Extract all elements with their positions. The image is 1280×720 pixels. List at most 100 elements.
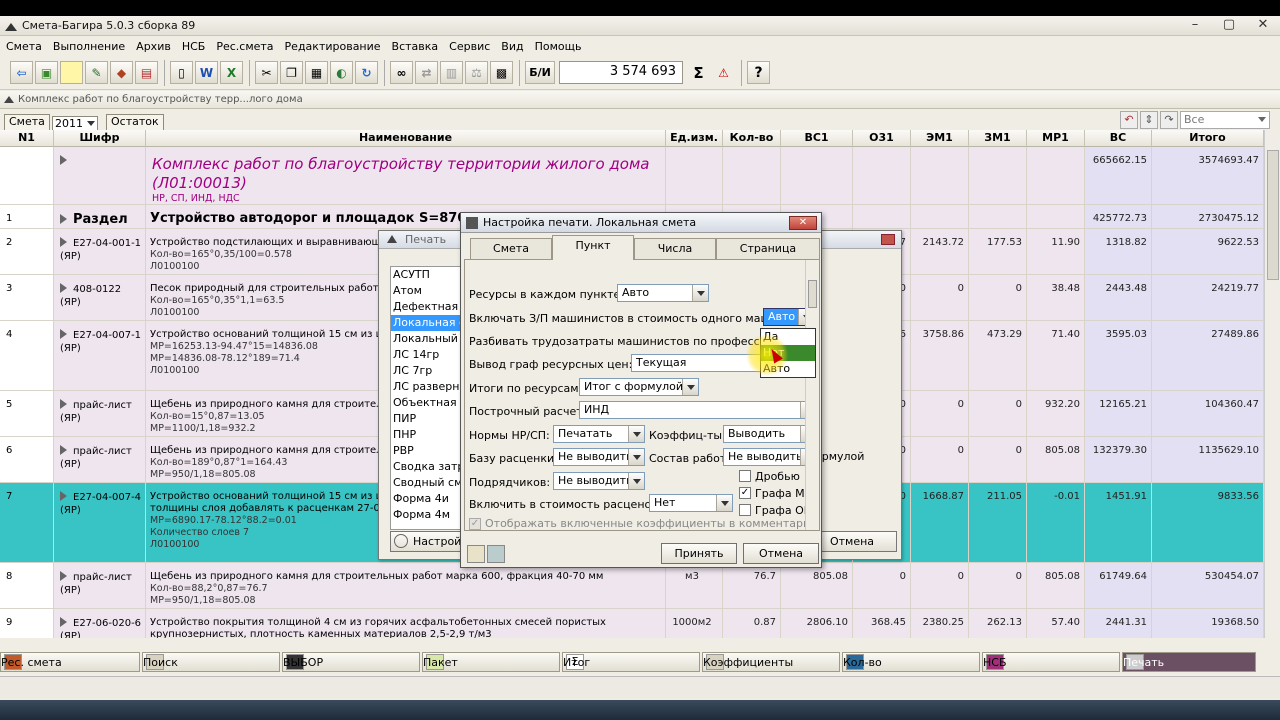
cell-n[interactable]: 5 xyxy=(0,391,54,437)
cell-code[interactable]: прайс-лист (ЯР) xyxy=(54,391,146,437)
bazu-select[interactable]: Не выводить xyxy=(553,448,645,466)
cell-qty[interactable] xyxy=(723,147,781,205)
cell-zm1[interactable]: 0 xyxy=(969,391,1027,437)
cell-n[interactable]: 2 xyxy=(0,229,54,275)
cell-total[interactable]: 9833.56 xyxy=(1152,483,1264,563)
cell-em1[interactable]: 2380.25 xyxy=(911,609,969,638)
column-header-unit[interactable]: Ед.изм. xyxy=(666,130,723,147)
scroll-thumb[interactable] xyxy=(1267,150,1279,280)
cell-name[interactable]: Комплекс работ по благоустройству террит… xyxy=(146,147,666,205)
cell-total[interactable]: 1135629.10 xyxy=(1152,437,1264,483)
filter-select[interactable]: Все xyxy=(1180,111,1270,129)
cell-code[interactable]: прайс-лист (ЯР) xyxy=(54,437,146,483)
print-form-item[interactable]: Атом xyxy=(391,283,463,299)
cell-em1[interactable] xyxy=(911,147,969,205)
year-select[interactable]: 2011 xyxy=(52,116,98,131)
cell-n[interactable]: 1 xyxy=(0,205,54,229)
itogi-select[interactable]: Итог с формулой xyxy=(579,378,699,396)
print-form-item[interactable]: Сводный сме xyxy=(391,475,463,491)
tab-smeta[interactable]: Смета xyxy=(4,114,50,130)
warning-icon[interactable]: ⚠ xyxy=(712,61,735,84)
sigma-icon[interactable]: Σ xyxy=(687,61,710,84)
mr-checkbox[interactable]: ✓ xyxy=(739,487,751,499)
normy-select[interactable]: Печатать xyxy=(553,425,645,443)
maximize-icon[interactable]: ▢ xyxy=(1212,16,1246,36)
print-form-item[interactable]: Дефектная в xyxy=(391,299,463,315)
expand-arrow-icon[interactable] xyxy=(60,237,67,247)
quantity-button[interactable]: Кол-во xyxy=(842,652,980,672)
cell-n[interactable]: 9 xyxy=(0,609,54,638)
bi-button[interactable]: Б/И xyxy=(525,61,555,84)
cell-total[interactable]: 24219.77 xyxy=(1152,275,1264,321)
cell-zm1[interactable]: 0 xyxy=(969,275,1027,321)
column-header-code[interactable]: Шифр xyxy=(54,130,146,147)
cell-em1[interactable]: 0 xyxy=(911,563,969,609)
cut-icon[interactable]: ✂ xyxy=(255,61,278,84)
new-note-icon[interactable] xyxy=(60,61,83,84)
cell-vs[interactable]: 2443.48 xyxy=(1085,275,1152,321)
vkl-select[interactable]: Нет xyxy=(649,494,733,512)
expand-arrow-icon[interactable] xyxy=(60,214,67,224)
cell-vs[interactable]: 3595.03 xyxy=(1085,321,1152,391)
cell-mr1[interactable]: -0.01 xyxy=(1027,483,1085,563)
tab-punkt[interactable]: Пункт xyxy=(552,235,634,260)
sort-icon[interactable]: ⇕ xyxy=(1140,111,1158,129)
res-smeta-button[interactable]: Рес. смета xyxy=(0,652,140,672)
cell-vs[interactable]: 61749.64 xyxy=(1085,563,1152,609)
cell-total[interactable]: 530454.07 xyxy=(1152,563,1264,609)
cell-mr1[interactable] xyxy=(1027,205,1085,229)
total-button[interactable]: Σ Итог xyxy=(562,652,700,672)
setup-button[interactable]: Настрой xyxy=(390,531,464,552)
cell-em1[interactable]: 0 xyxy=(911,275,969,321)
undo-icon[interactable]: ↶ xyxy=(1120,111,1138,129)
search-button[interactable]: Поиск xyxy=(142,652,280,672)
cell-n[interactable] xyxy=(0,147,54,205)
cell-zm1[interactable]: 0 xyxy=(969,563,1027,609)
menu-edit[interactable]: Редактирование xyxy=(285,40,381,53)
tab-stranitsa[interactable]: Страница xyxy=(716,238,820,259)
menu-help[interactable]: Помощь xyxy=(535,40,582,53)
save-icon[interactable] xyxy=(487,545,505,563)
menu-insert[interactable]: Вставка xyxy=(392,40,439,53)
koef-select[interactable]: Выводить xyxy=(723,425,817,443)
print-form-item[interactable]: Локальная с xyxy=(391,315,463,331)
cell-em1[interactable]: 0 xyxy=(911,391,969,437)
menu-view[interactable]: Вид xyxy=(501,40,523,53)
cell-mr1[interactable]: 932.20 xyxy=(1027,391,1085,437)
column-header-o31[interactable]: О31 xyxy=(853,130,911,147)
cell-total[interactable]: 104360.47 xyxy=(1152,391,1264,437)
help-icon[interactable]: ? xyxy=(747,61,770,84)
close-icon[interactable]: ✕ xyxy=(1246,16,1280,36)
cell-mr1[interactable]: 38.48 xyxy=(1027,275,1085,321)
tab-ostatok[interactable]: Остаток xyxy=(106,114,164,130)
res-select[interactable]: Авто xyxy=(617,284,709,302)
print-icon[interactable]: ▤ xyxy=(135,61,158,84)
column-header-vs[interactable]: ВС xyxy=(1085,130,1152,147)
minimize-icon[interactable]: – xyxy=(1178,16,1212,36)
cell-zm1[interactable]: 177.53 xyxy=(969,229,1027,275)
cell-unit[interactable]: м3 xyxy=(666,563,723,609)
cell-n[interactable]: 6 xyxy=(0,437,54,483)
cell-vs[interactable]: 132379.30 xyxy=(1085,437,1152,483)
nsb-button[interactable]: НСБ xyxy=(982,652,1120,672)
column-header-name[interactable]: Наименование xyxy=(146,130,666,147)
rotate-icon[interactable]: ↻ xyxy=(355,61,378,84)
cell-code[interactable]: Раздел xyxy=(54,205,146,229)
cell-o31[interactable]: 0 xyxy=(853,563,911,609)
coefficients-button[interactable]: Коэффициенты xyxy=(702,652,840,672)
calc-table-icon[interactable]: ▥ xyxy=(440,61,463,84)
cell-vs1[interactable]: 805.08 xyxy=(781,563,853,609)
column-header-mr1[interactable]: МР1 xyxy=(1027,130,1085,147)
cell-zm1[interactable] xyxy=(969,205,1027,229)
cell-unit[interactable] xyxy=(666,147,723,205)
cell-vs[interactable]: 2441.31 xyxy=(1085,609,1152,638)
select-button[interactable]: ВЫБОР xyxy=(282,652,420,672)
cell-em1[interactable]: 0 xyxy=(911,437,969,483)
cell-qty[interactable]: 76.7 xyxy=(723,563,781,609)
print-form-item[interactable]: ЛС 14гр xyxy=(391,347,463,363)
cell-code[interactable] xyxy=(54,147,146,205)
print-form-item[interactable]: ПИР xyxy=(391,411,463,427)
cell-vs1[interactable]: 2806.10 xyxy=(781,609,853,638)
new-doc-icon[interactable]: ▯ xyxy=(170,61,193,84)
cell-code[interactable]: Е27-04-001-1 (ЯР) xyxy=(54,229,146,275)
